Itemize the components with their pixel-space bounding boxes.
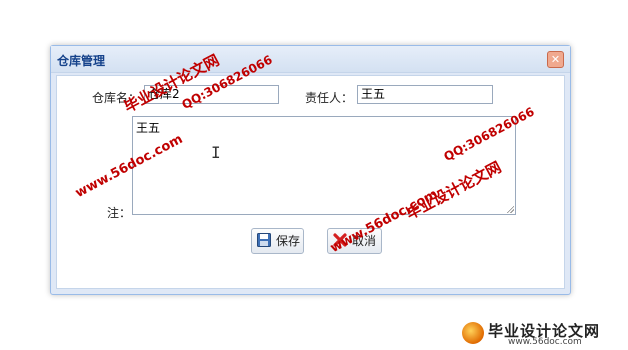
close-icon[interactable]: ✕ <box>547 51 564 68</box>
manager-label: 责任人： <box>305 91 354 105</box>
footer-logo-url: www.56doc.com <box>508 337 582 347</box>
manager-input[interactable]: 王五 <box>357 85 493 104</box>
remark-text: 王五 <box>136 121 161 135</box>
remark-textarea[interactable]: 王五 <box>132 116 516 215</box>
text-cursor-icon: I <box>211 143 221 162</box>
save-button[interactable]: 保存 <box>251 228 304 254</box>
floppy-disk-icon <box>257 233 271 247</box>
logo-emblem-icon <box>462 322 484 344</box>
dialog-title: 仓库管理 <box>57 54 106 68</box>
remark-label: 注： <box>107 206 132 220</box>
dialog-titlebar[interactable]: 仓库管理 ✕ <box>51 46 570 73</box>
save-label: 保存 <box>276 234 301 248</box>
footer-logo: 毕业设计论文网 www.56doc.com <box>462 318 626 350</box>
resize-grip-icon[interactable] <box>506 205 514 213</box>
